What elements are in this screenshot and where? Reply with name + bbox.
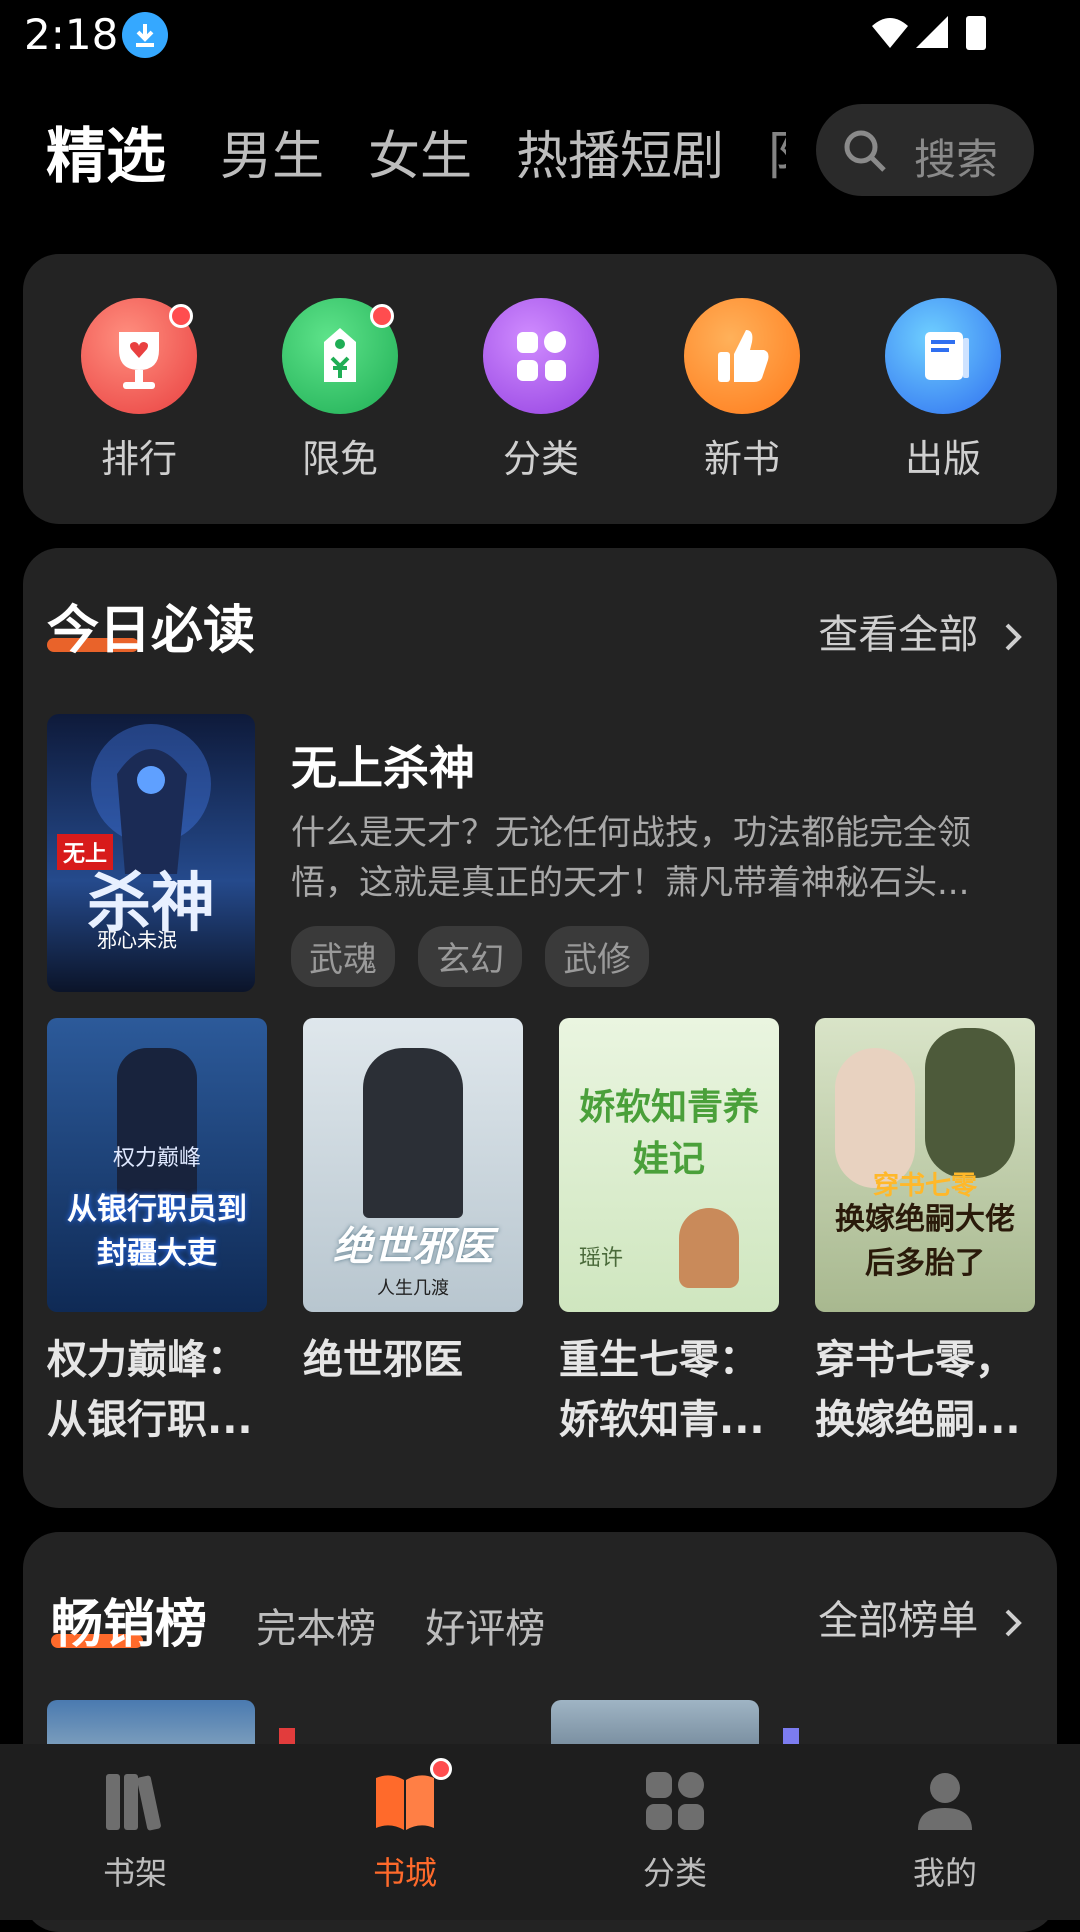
cover-title: 从银行职员到封疆大吏 xyxy=(67,1192,247,1271)
quick-actions-card: 排行 限免 分类 新书 出版 xyxy=(23,254,1057,524)
tab-female[interactable]: 女生 xyxy=(368,114,472,189)
status-bar: 2:18 xyxy=(0,0,1080,70)
quick-action-category[interactable]: 分类 xyxy=(471,298,611,483)
search-box[interactable]: 搜索 xyxy=(816,104,1034,196)
book-icon xyxy=(885,298,1001,414)
battery-icon xyxy=(966,16,986,50)
search-placeholder: 搜索 xyxy=(914,135,999,184)
book-name: 重生七零：娇软知青... xyxy=(559,1337,765,1443)
featured-book-cover[interactable]: 无上 杀神 邪心未泯 xyxy=(47,714,255,992)
book-name: 权力巅峰：从银行职... xyxy=(47,1337,253,1443)
quick-action-publishing[interactable]: 出版 xyxy=(873,298,1013,483)
cover-author: 瑶许 xyxy=(579,1246,624,1271)
quick-action-label: 新书 xyxy=(703,437,780,481)
book-cover: 从银行职员到封疆大吏 权力巅峰 xyxy=(47,1018,267,1312)
section-title: 今日必读 xyxy=(47,601,256,661)
search-icon xyxy=(842,128,888,178)
quick-action-new-books[interactable]: 新书 xyxy=(672,298,812,483)
chevron-right-icon xyxy=(991,1598,1025,1644)
nav-label: 我的 xyxy=(912,1854,977,1892)
book-cover: 娇软知青养娃记 瑶许 xyxy=(559,1018,779,1312)
all-lists-link[interactable]: 全部榜单 xyxy=(818,1588,1025,1646)
cover-title: 换嫁绝嗣大佬后多胎了 xyxy=(835,1202,1015,1281)
notification-dot xyxy=(169,304,193,328)
book-item[interactable]: 从银行职员到封疆大吏 权力巅峰 权力巅峰：从银行职... xyxy=(47,1018,267,1450)
view-all-link[interactable]: 查看全部 xyxy=(818,602,1025,660)
notification-dot xyxy=(430,1758,452,1780)
book-cover: 换嫁绝嗣大佬后多胎了 穿书七零 xyxy=(815,1018,1035,1312)
wifi-icon xyxy=(872,18,908,48)
grid-icon xyxy=(483,298,599,414)
tag[interactable]: 武魂 xyxy=(291,926,395,987)
chevron-right-icon xyxy=(991,612,1025,658)
nav-bookstore[interactable]: 书城 xyxy=(305,1758,505,1894)
status-time: 2:18 xyxy=(24,10,119,59)
person-icon xyxy=(918,1773,972,1830)
tab-bestseller[interactable]: 畅销榜 xyxy=(51,1582,207,1657)
open-book-icon xyxy=(376,1775,434,1830)
tab-featured[interactable]: 精选 xyxy=(46,108,166,195)
featured-book-tags: 武魂 玄幻 武修 xyxy=(291,926,667,987)
book-name: 绝世邪医 xyxy=(303,1337,463,1383)
quick-action-label: 分类 xyxy=(502,437,579,481)
quick-action-ranking[interactable]: 排行 xyxy=(69,298,209,483)
nav-label: 书架 xyxy=(102,1854,167,1892)
nav-profile[interactable]: 我的 xyxy=(845,1766,1045,1894)
featured-book-title[interactable]: 无上杀神 xyxy=(291,732,475,798)
quick-action-free[interactable]: 限免 xyxy=(270,298,410,483)
nav-category[interactable]: 分类 xyxy=(575,1766,775,1894)
trophy-icon xyxy=(81,298,197,414)
thumbs-up-icon xyxy=(684,298,800,414)
figure-silhouette xyxy=(117,1048,197,1198)
ranking-tabs: 畅销榜 完本榜 好评榜 xyxy=(51,1582,589,1657)
tag[interactable]: 武修 xyxy=(545,926,650,987)
tab-completed[interactable]: 完本榜 xyxy=(256,1596,376,1654)
book-item[interactable]: 娇软知青养娃记 瑶许 重生七零：娇软知青... xyxy=(559,1018,779,1450)
tab-top-rated[interactable]: 好评榜 xyxy=(425,1596,545,1654)
nav-bookshelf[interactable]: 书架 xyxy=(35,1766,235,1894)
cover-author: 邪心未泯 xyxy=(97,928,177,952)
download-icon xyxy=(122,12,168,58)
tab-male[interactable]: 男生 xyxy=(220,114,324,189)
must-read-card: 今日必读 查看全部 无上 杀神 邪心未泯 无上杀神 什么是天才？无论任何战技，功… xyxy=(23,548,1057,1508)
cover-title: 绝世邪医 xyxy=(333,1224,493,1270)
tag[interactable]: 玄幻 xyxy=(418,926,523,987)
category-icon xyxy=(646,1772,704,1830)
signal-icon xyxy=(916,16,948,48)
nav-label: 分类 xyxy=(642,1854,707,1892)
top-nav: 精选 男生 女生 热播短剧 阝 搜索 xyxy=(0,96,1080,206)
featured-book-description: 什么是天才？无论任何战技，功法都能完全领悟，这就是真正的天才！萧凡带着神秘石头.… xyxy=(291,813,971,903)
quick-action-label: 限免 xyxy=(301,437,378,481)
book-item[interactable]: 绝世邪医 人生几渡 绝世邪医 xyxy=(303,1018,523,1390)
price-tag-icon xyxy=(282,298,398,414)
book-item[interactable]: 换嫁绝嗣大佬后多胎了 穿书七零 穿书七零，换嫁绝嗣... xyxy=(815,1018,1035,1450)
child-illustration xyxy=(679,1208,739,1288)
nav-label: 书城 xyxy=(372,1854,437,1892)
bookshelf-icon xyxy=(106,1774,161,1831)
notification-dot xyxy=(370,304,394,328)
cover-author: 权力巅峰 xyxy=(112,1146,201,1171)
quick-action-label: 排行 xyxy=(100,437,177,481)
cover-author: 人生几渡 xyxy=(377,1278,449,1299)
quick-action-label: 出版 xyxy=(904,437,981,481)
system-status-icons xyxy=(870,14,1000,54)
cover-author: 穿书七零 xyxy=(872,1171,977,1201)
figure-silhouette xyxy=(363,1048,463,1218)
figure-silhouette xyxy=(925,1028,1015,1178)
tab-hot-dramas[interactable]: 热播短剧 xyxy=(516,114,724,189)
tab-partial[interactable]: 阝 xyxy=(766,114,786,189)
book-name: 穿书七零，换嫁绝嗣... xyxy=(815,1337,1021,1443)
cover-title: 娇软知青养娃记 xyxy=(578,1087,759,1180)
bottom-nav: 书架 书城 分类 我的 xyxy=(0,1744,1080,1920)
book-cover: 绝世邪医 人生几渡 xyxy=(303,1018,523,1312)
